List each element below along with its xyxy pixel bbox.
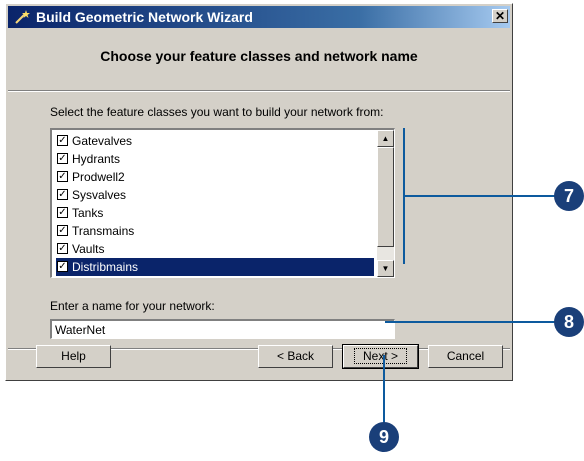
checkbox[interactable]: ✓ (57, 225, 68, 236)
callout-8-line (385, 321, 555, 323)
checkbox[interactable]: ✓ (57, 135, 68, 146)
checkbox[interactable]: ✓ (57, 153, 68, 164)
help-button[interactable]: Help (36, 345, 111, 368)
header-divider (8, 90, 510, 92)
next-button[interactable]: Next > (342, 344, 419, 369)
list-item-label: Hydrants (72, 152, 121, 166)
close-button[interactable]: ✕ (492, 9, 508, 23)
back-button[interactable]: < Back (258, 345, 333, 368)
wizard-wand-icon (15, 10, 30, 24)
title-bar[interactable]: Build Geometric Network Wizard ✕ (8, 6, 510, 28)
checkbox[interactable]: ✓ (57, 243, 68, 254)
list-item[interactable]: ✓ Transmains (56, 222, 374, 240)
cancel-button[interactable]: Cancel (428, 345, 503, 368)
list-item[interactable]: ✓ Distribmains (56, 258, 374, 276)
list-item[interactable]: ✓ Prodwell2 (56, 168, 374, 186)
list-item-label: Transmains (72, 224, 135, 238)
callout-8: 8 (554, 307, 584, 337)
list-item[interactable]: ✓ Tanks (56, 204, 374, 222)
feature-class-items: ✓ Gatevalves ✓ Hydrants ✓ Prodwell2 ✓ Sysvalves… (56, 132, 374, 276)
network-name-label: Enter a name for your network: (50, 299, 215, 313)
list-item-label: Tanks (72, 206, 104, 220)
scroll-down-button[interactable]: ▼ (377, 260, 394, 277)
list-item[interactable]: ✓ Sysvalves (56, 186, 374, 204)
list-item-label: Gatevalves (72, 134, 133, 148)
callout-9: 9 (369, 422, 399, 452)
checkbox[interactable]: ✓ (57, 207, 68, 218)
callout-7: 7 (554, 181, 584, 211)
list-item-label: Sysvalves (72, 188, 127, 202)
scroll-thumb[interactable] (377, 147, 394, 247)
next-button-label: Next > (353, 348, 407, 364)
wizard-dialog: Build Geometric Network Wizard ✕ Choose … (5, 3, 513, 381)
window-title: Build Geometric Network Wizard (36, 9, 253, 25)
list-scrollbar[interactable]: ▲ ▼ (377, 130, 394, 277)
checkbox[interactable]: ✓ (57, 171, 68, 182)
network-name-input[interactable]: WaterNet (50, 319, 395, 339)
callout-7-line (404, 195, 557, 197)
list-item-label: Vaults (72, 242, 105, 256)
checkbox[interactable]: ✓ (57, 189, 68, 200)
list-item-label: Distribmains (72, 260, 139, 274)
list-item[interactable]: ✓ Gatevalves (56, 132, 374, 150)
checkbox[interactable]: ✓ (57, 261, 68, 272)
feature-class-list[interactable]: ✓ Gatevalves ✓ Hydrants ✓ Prodwell2 ✓ Sysvalves… (50, 128, 395, 278)
feature-list-label: Select the feature classes you want to b… (50, 105, 384, 119)
wizard-heading: Choose your feature classes and network … (100, 48, 418, 64)
callout-9-line (383, 355, 385, 423)
list-item-label: Prodwell2 (72, 170, 125, 184)
list-item[interactable]: ✓ Vaults (56, 240, 374, 258)
list-item[interactable]: ✓ Hydrants (56, 150, 374, 168)
scroll-up-button[interactable]: ▲ (377, 130, 394, 147)
wizard-header: Choose your feature classes and network … (8, 28, 510, 94)
